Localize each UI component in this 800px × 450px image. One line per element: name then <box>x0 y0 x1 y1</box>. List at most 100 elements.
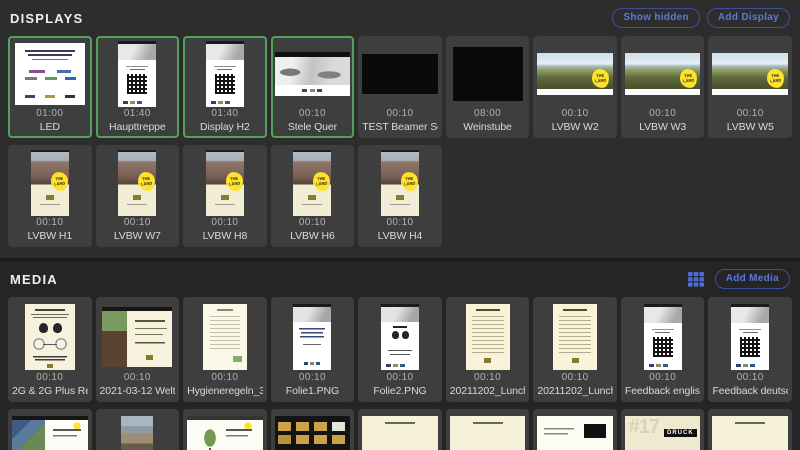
display-card[interactable]: THE LÄND 00:10 LVBW H4 <box>358 145 442 247</box>
media-card[interactable]: 00:10 Hygieneregeln_38... <box>183 297 267 402</box>
thumbnail-wrap <box>362 302 438 371</box>
item-name: Display H2 <box>200 120 250 134</box>
media-card[interactable]: #17 DRUCK <box>621 409 705 450</box>
media-card[interactable]: 00:10 Feedback englisc... <box>621 297 705 402</box>
display-card[interactable]: 01:00 LED <box>8 36 92 138</box>
media-card[interactable]: 00:10 20211202_Lunch_d... <box>533 297 617 402</box>
media-card[interactable] <box>533 409 617 450</box>
display-card[interactable]: THE LÄND 00:10 LVBW H6 <box>271 145 355 247</box>
item-name: Feedback englisc... <box>625 384 701 398</box>
display-card[interactable]: 01:40 Display H2 <box>183 36 267 138</box>
part-of-the-laend-badge: THE LÄND <box>591 68 610 89</box>
thumbnail-wrap: THE LÄND <box>625 41 701 107</box>
item-name: LVBW H4 <box>378 229 423 243</box>
lunch-thumbnail <box>466 304 510 370</box>
media-card[interactable]: 00:10 2G & 2G Plus Rege... <box>8 297 92 402</box>
item-name: Folie2.PNG <box>373 384 426 398</box>
media-card[interactable]: 00:10 2021-03-12 Weltbo... <box>96 297 180 402</box>
duration-label: 00:10 <box>737 107 764 120</box>
displays-title: DISPLAYS <box>10 11 83 26</box>
cream-wide-thumbnail <box>712 416 788 450</box>
folie1-thumbnail <box>293 304 331 370</box>
thumbnail-wrap <box>187 302 263 371</box>
thumbnail-wrap: THE LÄND <box>275 150 351 216</box>
lunch-thumbnail <box>553 304 597 370</box>
media-card[interactable] <box>708 409 792 450</box>
thumbnail-wrap <box>537 414 613 450</box>
thumbnail-wrap: THE LÄND <box>100 150 176 216</box>
media-card[interactable] <box>271 409 355 450</box>
thumbnail-wrap <box>100 414 176 450</box>
display-card[interactable]: THE LÄND 00:10 LVBW W3 <box>621 36 705 138</box>
media-card[interactable] <box>358 409 442 450</box>
duration-label: 01:40 <box>211 107 238 120</box>
thumbnail-wrap <box>625 302 701 371</box>
item-name: LVBW H1 <box>27 229 72 243</box>
display-card[interactable]: THE LÄND 00:10 LVBW H8 <box>183 145 267 247</box>
lvbw-w-thumbnail: THE LÄND <box>537 53 613 95</box>
thumbnail-wrap <box>100 302 176 371</box>
add-display-button[interactable]: Add Display <box>707 8 790 28</box>
media-card[interactable]: 00:10 Folie2.PNG <box>358 297 442 402</box>
displays-section: DISPLAYS Show hidden Add Display 01:00 L… <box>0 0 800 258</box>
display-card[interactable]: THE LÄND 00:10 LVBW H1 <box>8 145 92 247</box>
item-name: LVBW H8 <box>203 229 248 243</box>
media-title: MEDIA <box>10 272 58 287</box>
display-card[interactable]: 00:10 TEST Beamer Schl... <box>358 36 442 138</box>
item-name: 2G & 2G Plus Rege... <box>12 384 88 398</box>
item-name: TEST Beamer Schl... <box>362 120 438 134</box>
duration-label: 00:10 <box>737 371 764 384</box>
cream-wide-thumbnail <box>362 416 438 450</box>
duration-label: 00:10 <box>386 216 413 229</box>
display-card[interactable]: 00:10 Stele Quer <box>271 36 355 138</box>
grid-view-icon[interactable] <box>688 272 704 287</box>
duration-label: 00:10 <box>562 107 589 120</box>
gallery-thumbnail <box>275 416 351 450</box>
display-card[interactable]: 08:00 Weinstube <box>446 36 530 138</box>
media-actions: Add Media <box>688 269 790 289</box>
part-of-the-laend-badge: THE LÄND <box>50 171 69 192</box>
white-wide-thumbnail <box>537 416 613 450</box>
thumbnail-overlay-number: #17 <box>629 416 659 439</box>
thumbnail-wrap <box>362 41 438 107</box>
part-of-the-laend-badge: THE LÄND <box>137 171 156 192</box>
thumbnail-wrap <box>275 414 351 450</box>
part-of-the-laend-badge: THE LÄND <box>400 171 419 192</box>
duration-label: 00:10 <box>386 371 413 384</box>
thumbnail-wrap: #17 DRUCK <box>625 414 701 450</box>
displays-grid: 01:00 LED 01:40 Haupttreppe 01:40 Displa… <box>8 36 792 247</box>
lvbw-h-thumbnail: THE LÄND <box>381 150 419 216</box>
media-card[interactable]: 00:10 Folie1.PNG <box>271 297 355 402</box>
led-thumbnail <box>15 43 85 105</box>
show-hidden-button[interactable]: Show hidden <box>612 8 700 28</box>
thumbnail-wrap <box>187 41 263 107</box>
display-card[interactable]: THE LÄND 00:10 LVBW W7 <box>96 145 180 247</box>
thumbnail-wrap: THE LÄND <box>12 150 88 216</box>
item-name: 20211202_Lunch_e... <box>450 384 526 398</box>
item-name: Feedback deutsc... <box>712 384 788 398</box>
thumbnail-overlay-label: DRUCK <box>664 429 697 437</box>
media-card[interactable] <box>96 409 180 450</box>
display-card[interactable]: THE LÄND 00:10 LVBW W5 <box>708 36 792 138</box>
duration-label: 00:10 <box>124 371 151 384</box>
media-grid-partial-row: #17 DRUCK <box>8 409 792 450</box>
part-of-the-laend-badge: THE LÄND <box>312 171 331 192</box>
black-tall-thumbnail <box>453 47 523 101</box>
add-media-button[interactable]: Add Media <box>715 269 790 289</box>
display-card[interactable]: THE LÄND 00:10 LVBW W2 <box>533 36 617 138</box>
media-card[interactable] <box>446 409 530 450</box>
thumbnail-wrap <box>712 414 788 450</box>
media-card[interactable]: 00:10 20211202_Lunch_e... <box>446 297 530 402</box>
black-thumbnail <box>362 54 438 94</box>
item-name: 20211202_Lunch_d... <box>537 384 613 398</box>
item-name: Folie1.PNG <box>286 384 339 398</box>
media-section: MEDIA Add Media 00:10 2G & 2G Plus Rege.… <box>0 258 800 450</box>
duration-label: 00:10 <box>36 216 63 229</box>
displays-header: DISPLAYS Show hidden Add Display <box>10 6 790 30</box>
lvbw-h-thumbnail: THE LÄND <box>31 150 69 216</box>
media-card[interactable]: 00:10 Feedback deutsc... <box>708 297 792 402</box>
media-card[interactable] <box>8 409 92 450</box>
duration-label: 00:10 <box>299 371 326 384</box>
media-card[interactable] <box>183 409 267 450</box>
display-card[interactable]: 01:40 Haupttreppe <box>96 36 180 138</box>
